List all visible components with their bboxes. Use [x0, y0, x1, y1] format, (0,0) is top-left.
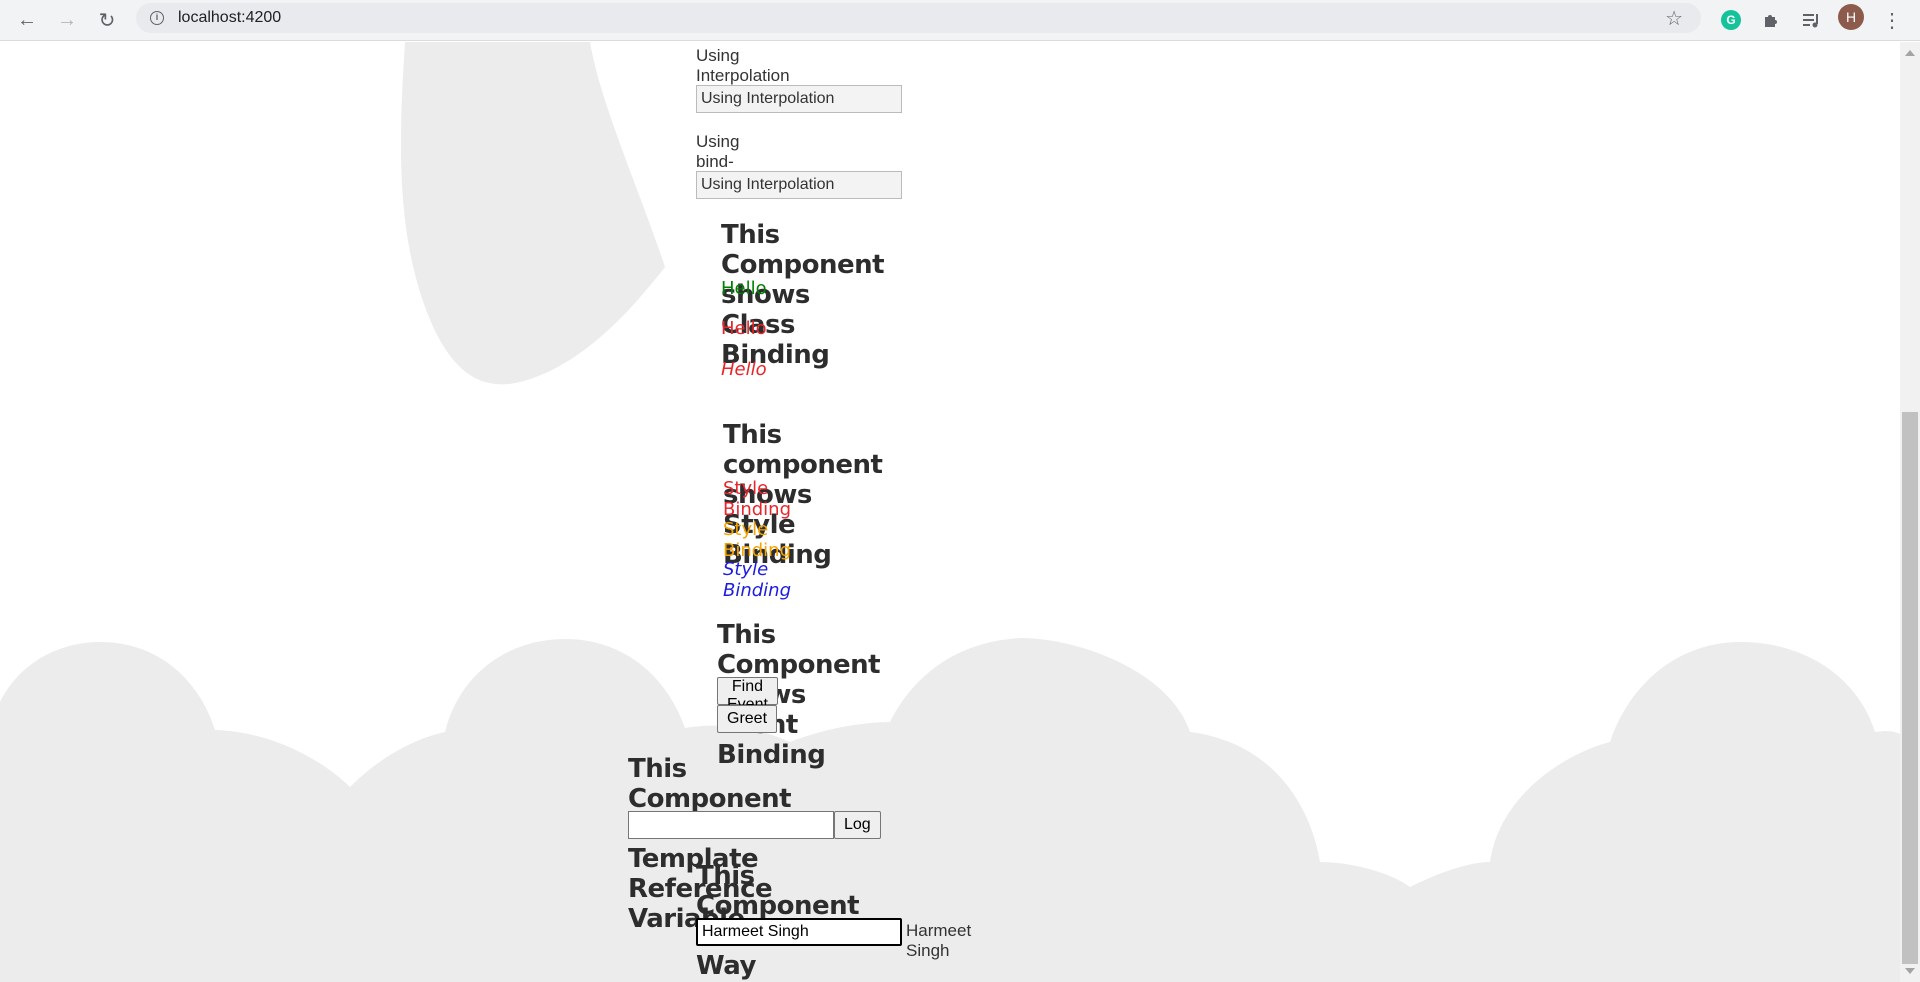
extensions-puzzle-icon[interactable]: [1758, 7, 1784, 33]
bind-syntax-input[interactable]: [696, 171, 902, 199]
info-icon[interactable]: i: [150, 11, 164, 25]
find-event-type-button[interactable]: Find Event Type: [717, 677, 778, 731]
class-binding-item-special: Hello: [721, 359, 767, 380]
background-decoration: [0, 42, 1900, 982]
grammarly-logo: G: [1721, 10, 1741, 30]
two-way-binding-output: Harmeet Singh: [906, 921, 972, 960]
profile-avatar[interactable]: H: [1838, 4, 1864, 30]
class-binding-item-success: Hello: [721, 278, 767, 299]
grammarly-extension-icon[interactable]: G: [1718, 7, 1744, 33]
scrollbar-thumb[interactable]: [1902, 412, 1918, 964]
scroll-down-arrow-icon[interactable]: [1905, 968, 1915, 974]
browser-toolbar: ← → ↻ i localhost:4200 ☆ G H ⋮: [0, 0, 1920, 41]
style-binding-item-red: Style Binding: [723, 478, 792, 520]
class-binding-item-danger: Hello: [721, 318, 767, 339]
reload-icon[interactable]: ↻: [92, 5, 122, 35]
address-bar[interactable]: i localhost:4200 ☆: [136, 3, 1701, 33]
scroll-up-arrow-icon[interactable]: [1905, 50, 1915, 56]
background-swoosh-shape: [400, 42, 665, 385]
interpolation-label: Using Interpolation: [696, 46, 790, 85]
vertical-scrollbar[interactable]: [1900, 42, 1920, 982]
forward-icon[interactable]: →: [52, 5, 82, 35]
template-ref-input[interactable]: [628, 811, 834, 839]
style-binding-item-orange: Style Binding: [723, 519, 792, 561]
log-button[interactable]: Log: [834, 811, 881, 839]
menu-kebab-icon[interactable]: ⋮: [1877, 5, 1907, 35]
back-icon[interactable]: ←: [12, 5, 42, 35]
avatar-initial: H: [1838, 4, 1864, 30]
style-binding-item-blue: Style Binding: [723, 559, 792, 601]
interpolation-input[interactable]: [696, 85, 902, 113]
two-way-binding-input[interactable]: [696, 918, 902, 946]
page-viewport: Using Interpolation Using bind- Syntax T…: [0, 42, 1900, 982]
reading-list-icon[interactable]: [1798, 7, 1824, 33]
greet-button[interactable]: Greet: [717, 705, 778, 733]
url-text[interactable]: localhost:4200: [178, 9, 281, 27]
bookmark-star-icon[interactable]: ☆: [1665, 6, 1683, 31]
